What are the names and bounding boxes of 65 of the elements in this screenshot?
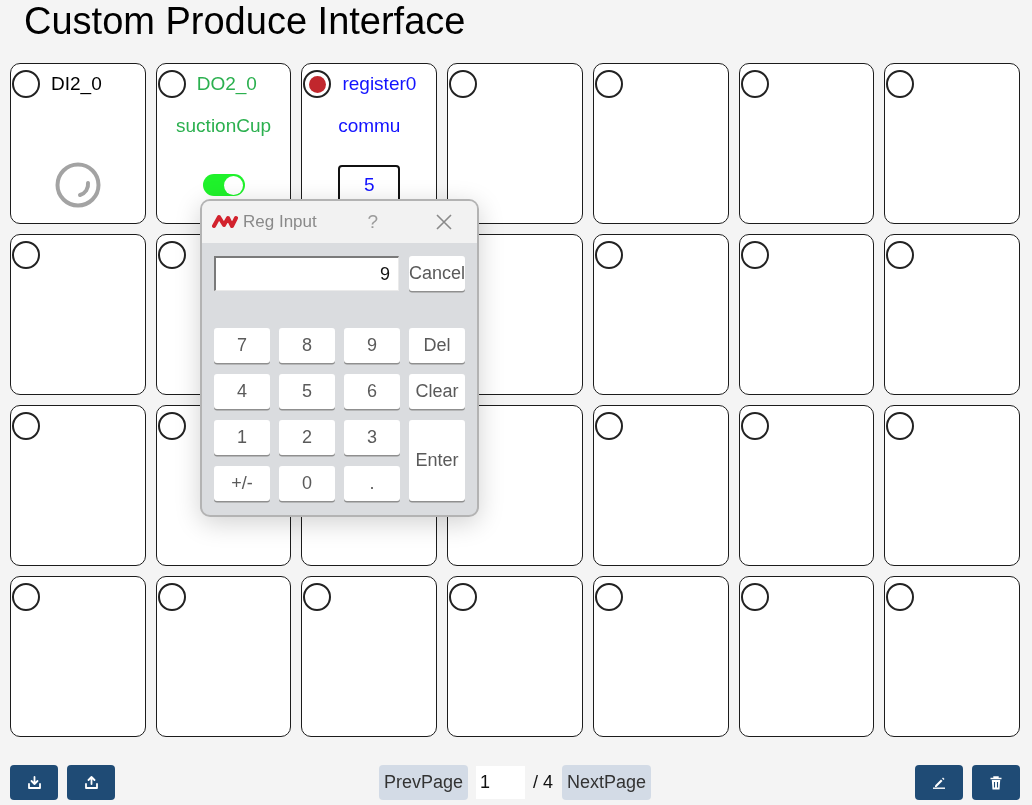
keypad-key[interactable]: 7 xyxy=(214,328,270,363)
delete-button[interactable] xyxy=(972,765,1020,800)
keypad-key[interactable]: 0 xyxy=(279,466,335,501)
radio-button[interactable] xyxy=(886,241,915,269)
radio-button[interactable] xyxy=(157,583,186,611)
signal-label: suctionCup xyxy=(176,114,272,138)
radio-button[interactable] xyxy=(12,70,40,98)
radio-button[interactable] xyxy=(157,241,186,269)
radio-button[interactable] xyxy=(449,583,478,611)
radio-button[interactable] xyxy=(740,583,769,611)
upload-button[interactable] xyxy=(67,765,115,800)
radio-button[interactable] xyxy=(740,70,769,98)
signal-label: commu xyxy=(338,114,401,138)
radio-button[interactable] xyxy=(886,583,915,611)
keypad-key[interactable]: 9 xyxy=(344,328,400,363)
download-button[interactable] xyxy=(10,765,58,800)
keypad-key[interactable]: Del xyxy=(409,328,465,363)
next-page-button[interactable]: NextPage xyxy=(562,765,652,800)
radio-button[interactable] xyxy=(594,241,623,269)
dialog-title: Reg Input xyxy=(243,212,317,232)
radio-button[interactable] xyxy=(157,412,186,440)
radio-button[interactable] xyxy=(157,70,186,98)
page-title: Custom Produce Interface xyxy=(24,0,466,42)
radio-button[interactable] xyxy=(886,412,915,440)
radio-button[interactable] xyxy=(740,412,769,440)
signal-name: DI2_0 xyxy=(51,72,102,97)
radio-button[interactable] xyxy=(594,583,623,611)
radio-button[interactable] xyxy=(886,70,915,98)
keypad-key[interactable]: 2 xyxy=(279,420,335,455)
close-icon xyxy=(436,214,452,230)
signal-name: DO2_0 xyxy=(196,72,257,97)
page-total: / 4 xyxy=(533,772,553,793)
close-button[interactable] xyxy=(436,214,452,230)
toggle-switch[interactable] xyxy=(202,174,245,196)
prev-page-button[interactable]: PrevPage xyxy=(378,765,468,800)
keypad-key[interactable]: Clear xyxy=(409,374,465,409)
keypad-key[interactable]: 4 xyxy=(214,374,270,409)
radio-button[interactable] xyxy=(12,412,40,440)
radio-button[interactable] xyxy=(740,241,769,269)
trash-icon xyxy=(990,775,1002,790)
ring-icon xyxy=(54,162,101,208)
logo-icon xyxy=(212,214,238,230)
keypad-key[interactable]: Enter xyxy=(409,420,465,501)
keypad-key[interactable]: 1 xyxy=(214,420,270,455)
edit-icon xyxy=(932,776,946,789)
page-input[interactable]: 1 xyxy=(476,766,525,799)
keypad-key[interactable]: 5 xyxy=(279,374,335,409)
radio-button[interactable] xyxy=(449,70,478,98)
keypad-key[interactable]: +/- xyxy=(214,466,270,501)
radio-button[interactable] xyxy=(303,583,332,611)
input-field[interactable]: 9 xyxy=(214,256,399,291)
edit-button[interactable] xyxy=(915,765,963,800)
keypad-key[interactable]: . xyxy=(344,466,400,501)
cancel-button[interactable]: Cancel xyxy=(409,256,465,291)
radio-button[interactable] xyxy=(12,583,40,611)
upload-icon xyxy=(84,776,98,789)
keypad-key[interactable]: 8 xyxy=(279,328,335,363)
radio-button[interactable] xyxy=(594,70,623,98)
radio-button[interactable] xyxy=(12,241,40,269)
keypad-key[interactable]: 6 xyxy=(344,374,400,409)
keypad-key[interactable]: 3 xyxy=(344,420,400,455)
signal-name: register0 xyxy=(342,72,417,96)
radio-button[interactable] xyxy=(303,70,332,98)
radio-button[interactable] xyxy=(594,412,623,440)
download-icon xyxy=(27,776,41,789)
